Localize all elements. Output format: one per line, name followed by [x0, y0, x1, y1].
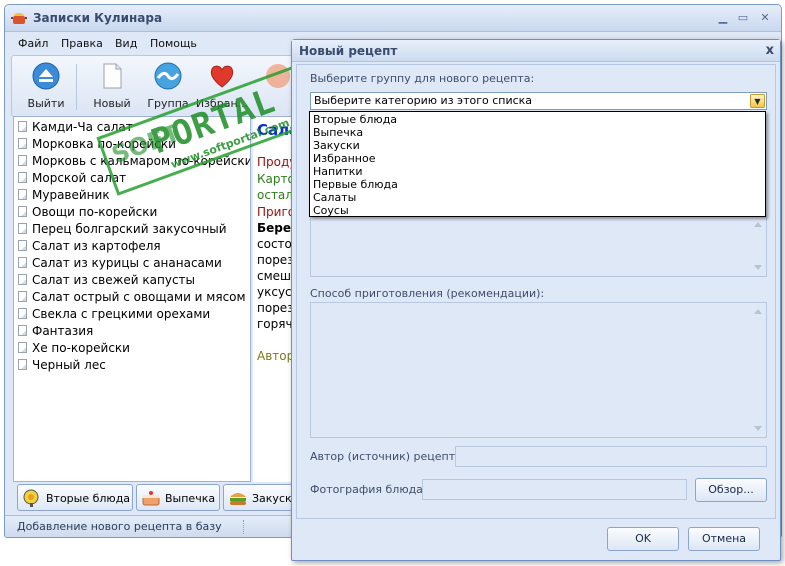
status-grip [243, 520, 246, 534]
combobox-value: Выберите категорию из этого списка [314, 94, 533, 107]
document-icon [18, 240, 27, 251]
method-text: порезa [257, 301, 293, 315]
main-titlebar[interactable]: Записки Кулинара ▁ ▭ ✕ [5, 5, 781, 32]
dialog-titlebar[interactable]: Новый рецепт x [292, 40, 780, 62]
category-dropdown-list[interactable]: Вторые блюда Выпечка Закуски Избранное Н… [309, 111, 766, 217]
list-item[interactable]: Овощи по-корейски [18, 205, 157, 222]
dropdown-option[interactable]: Вторые блюда [313, 113, 397, 126]
close-button[interactable]: ✕ [757, 11, 773, 25]
document-icon [18, 325, 27, 336]
list-item[interactable]: Салат из картофеля [18, 239, 161, 256]
list-item[interactable]: Черный лес [18, 358, 106, 375]
method-text: состоя [257, 237, 293, 251]
method-text: смеши [257, 269, 293, 283]
method-text: порезa [257, 253, 293, 267]
menu-view[interactable]: Вид [115, 37, 137, 50]
document-icon [18, 138, 27, 149]
photo-label: Фотография блюда: [310, 483, 427, 496]
dropdown-option[interactable]: Закуски [313, 139, 360, 152]
scroll-down-icon[interactable] [754, 426, 762, 431]
list-item[interactable]: Свекла с грецкими орехами [18, 307, 210, 324]
burger-icon [230, 493, 246, 505]
document-icon [18, 342, 27, 353]
window-title: Записки Кулинара [33, 11, 163, 25]
cake-icon [142, 491, 160, 506]
new-document-icon [103, 63, 122, 89]
eject-icon [32, 62, 60, 90]
author-label: Автор (источник) рецепта: [310, 450, 466, 463]
list-item[interactable]: Перец болгарский закусочный [18, 222, 227, 239]
list-item[interactable]: Салат из курицы с ананасами [18, 256, 222, 273]
author-input[interactable] [455, 446, 767, 467]
category-tabs: Вторые блюда Выпечка Закуски [13, 483, 303, 513]
document-icon [18, 308, 27, 319]
menu-help[interactable]: Помощь [150, 37, 197, 50]
dropdown-option[interactable]: Избранное [313, 152, 375, 165]
category-combobox[interactable]: Выберите категорию из этого списка ▼ [310, 92, 767, 110]
ingredients-textarea[interactable] [310, 215, 767, 277]
document-icon [18, 359, 27, 370]
method-heading: Пригот [257, 205, 293, 219]
maximize-button[interactable]: ▭ [735, 11, 751, 25]
scrollbar[interactable] [750, 216, 766, 276]
document-icon [18, 291, 27, 302]
exit-button[interactable]: Выйти [18, 62, 74, 114]
ingredients-text: Картоф [257, 172, 293, 186]
group-label: Выберите группу для нового рецепта: [310, 72, 535, 85]
document-icon [18, 223, 27, 234]
minimize-button[interactable]: ▁ [715, 11, 731, 25]
new-recipe-button[interactable]: Новый [84, 62, 140, 114]
scrollbar[interactable] [750, 303, 766, 437]
method-textarea[interactable] [310, 302, 767, 438]
dropdown-option[interactable]: Первые блюда [313, 178, 398, 191]
recipe-detail-pane: Сала Продук Картоф осталь Пригот Берет с… [253, 116, 293, 482]
menu-file[interactable]: Файл [18, 37, 48, 50]
menu-edit[interactable]: Правка [61, 37, 103, 50]
photo-path-input[interactable] [422, 479, 687, 500]
cooking-pot-icon [11, 13, 27, 24]
method-text: горяче [257, 317, 293, 331]
document-icon [18, 274, 27, 285]
heart-icon [210, 65, 234, 88]
scroll-down-icon[interactable] [754, 265, 762, 270]
author-text: Автор [257, 349, 293, 363]
list-item[interactable]: Салат из свежей капусты [18, 273, 195, 290]
group-icon [154, 62, 182, 90]
frying-pan-icon [23, 489, 39, 507]
document-icon [18, 189, 27, 200]
tab-pastry[interactable]: Выпечка [136, 484, 220, 511]
chevron-down-icon[interactable]: ▼ [750, 94, 765, 108]
scroll-up-icon[interactable] [754, 309, 762, 314]
ok-button[interactable]: OK [607, 527, 679, 551]
new-label: Новый [93, 97, 131, 110]
document-icon [18, 257, 27, 268]
cancel-button[interactable]: Отмена [688, 527, 760, 551]
dialog-title: Новый рецепт [299, 44, 398, 58]
tab-main-courses[interactable]: Вторые блюда [17, 484, 133, 511]
dialog-close-icon[interactable]: x [766, 43, 774, 58]
method-label: Способ приготовления (рекомендации): [310, 287, 545, 300]
dropdown-option[interactable]: Салаты [313, 191, 356, 204]
list-item[interactable]: Хе по-корейски [18, 341, 130, 358]
toolbar-separator [76, 64, 77, 110]
dropdown-option[interactable]: Выпечка [313, 126, 363, 139]
status-text: Добавление нового рецепта в базу [17, 520, 222, 533]
ingredients-heading: Продук [257, 155, 293, 169]
document-icon [18, 155, 27, 166]
document-icon [18, 172, 27, 183]
exit-label: Выйти [27, 97, 65, 110]
list-item[interactable]: Салат острый с овощами и мясом [18, 290, 246, 307]
document-icon [18, 206, 27, 217]
list-item[interactable]: Фантазия [18, 324, 93, 341]
scroll-up-icon[interactable] [754, 222, 762, 227]
browse-button[interactable]: Обзор... [695, 478, 767, 502]
method-text: уксуса [257, 285, 293, 299]
list-item[interactable]: Муравейник [18, 188, 110, 205]
document-icon [18, 121, 27, 132]
dropdown-option[interactable]: Соусы [313, 204, 349, 217]
ingredients-text: осталь [257, 188, 293, 202]
method-text: Берет [257, 221, 293, 235]
dropdown-option[interactable]: Напитки [313, 165, 363, 178]
